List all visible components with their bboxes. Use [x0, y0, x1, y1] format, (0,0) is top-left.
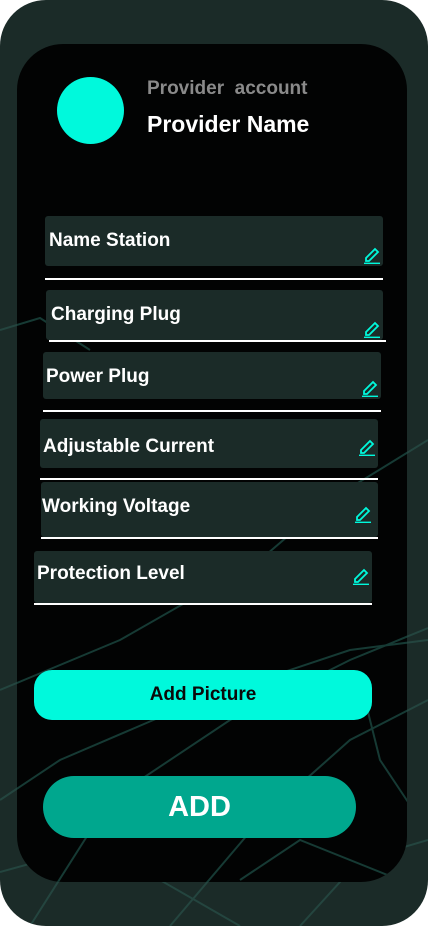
add-picture-button[interactable]: Add Picture: [34, 670, 372, 720]
field-underline: [40, 478, 378, 480]
edit-pencil-icon[interactable]: [361, 377, 379, 397]
edit-pencil-icon[interactable]: [354, 503, 372, 523]
protection-level-field[interactable]: Protection Level: [34, 551, 372, 603]
field-label: Working Voltage: [42, 496, 191, 517]
working-voltage-field[interactable]: Working Voltage: [41, 482, 378, 537]
field-label: Adjustable Current: [43, 436, 215, 457]
device-frame: Provider account Provider Name Name Stat…: [0, 0, 428, 926]
avatar[interactable]: [57, 77, 124, 144]
add-button[interactable]: ADD: [43, 776, 356, 838]
field-underline: [41, 537, 378, 539]
power-plug-field[interactable]: Power Plug: [43, 352, 381, 399]
edit-pencil-icon[interactable]: [358, 436, 376, 456]
field-underline: [49, 340, 386, 342]
provider-name: Provider Name: [147, 111, 310, 137]
field-label: Name Station: [49, 230, 171, 251]
field-underline: [34, 603, 372, 605]
field-underline: [45, 278, 383, 280]
account-type-label: Provider account: [147, 78, 308, 99]
field-label: Protection Level: [37, 563, 185, 584]
name-station-field[interactable]: Name Station: [45, 216, 383, 266]
phone-screen: Provider account Provider Name Name Stat…: [17, 44, 407, 882]
adjustable-current-field[interactable]: Adjustable Current: [40, 419, 378, 468]
charging-plug-field[interactable]: Charging Plug: [46, 290, 383, 340]
field-label: Charging Plug: [51, 304, 181, 325]
edit-pencil-icon[interactable]: [352, 565, 370, 585]
field-underline: [43, 410, 381, 412]
edit-pencil-icon[interactable]: [363, 318, 381, 338]
field-label: Power Plug: [46, 366, 150, 387]
edit-pencil-icon[interactable]: [363, 244, 381, 264]
